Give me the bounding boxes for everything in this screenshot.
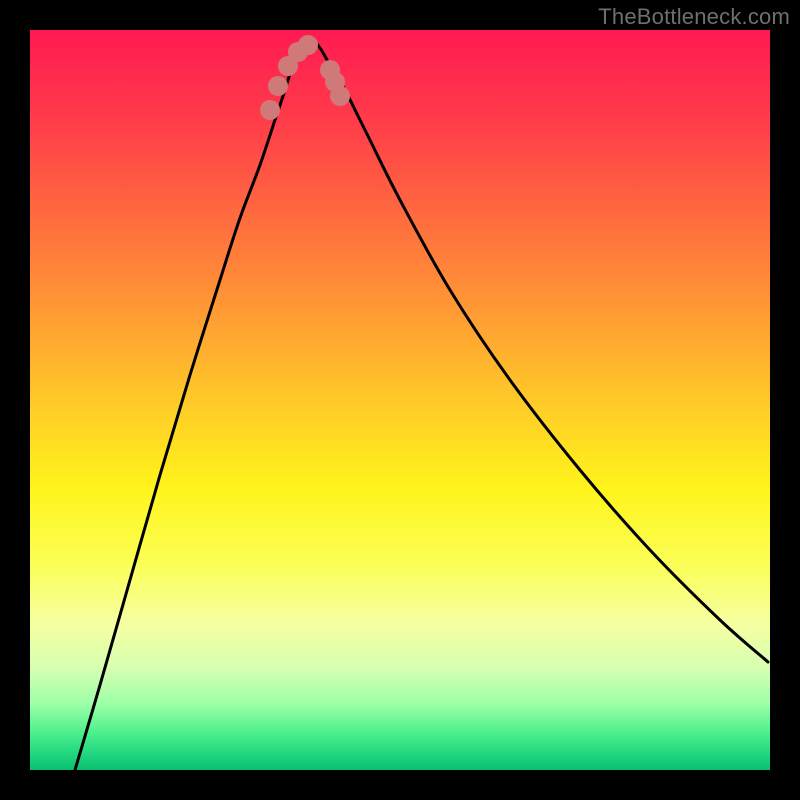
marker-dot (330, 86, 350, 106)
marker-dot (260, 100, 280, 120)
marker-dot (268, 76, 288, 96)
curve-svg (30, 30, 770, 770)
curve-path (75, 39, 768, 770)
curve-markers (260, 35, 350, 120)
plot-area (30, 30, 770, 770)
bottleneck-curve (75, 39, 768, 770)
marker-dot (298, 35, 318, 55)
chart-frame: TheBottleneck.com (0, 0, 800, 800)
watermark-text: TheBottleneck.com (598, 4, 790, 30)
